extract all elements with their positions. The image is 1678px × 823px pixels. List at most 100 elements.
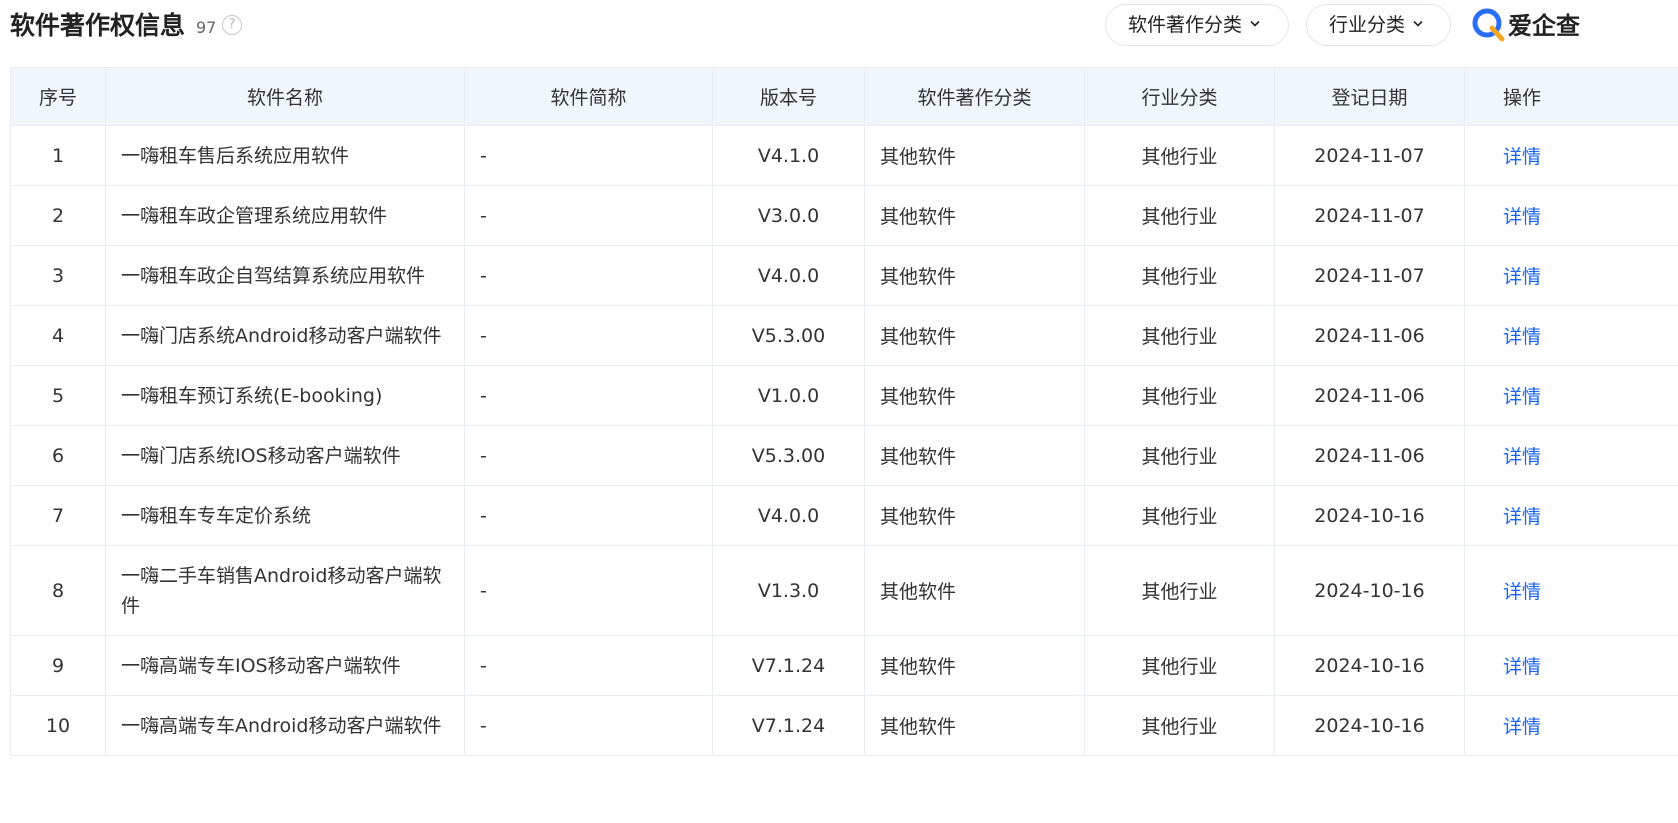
row-software-name-cell: 一嗨租车专车定价系统 xyxy=(105,485,465,546)
row-index-cell: 7 xyxy=(10,485,106,546)
column-header-abbr: 软件简称 xyxy=(464,67,713,126)
row-category-cell: 其他软件 xyxy=(864,185,1085,246)
row-date-cell: 2024-11-06 xyxy=(1274,365,1465,426)
help-icon[interactable]: ? xyxy=(222,15,242,35)
row-detail-link[interactable]: 详情 xyxy=(1465,442,1579,469)
row-detail-link[interactable]: 详情 xyxy=(1465,262,1579,289)
row-date-cell: 2024-11-07 xyxy=(1274,245,1465,306)
row-version-cell: V7.1.24 xyxy=(712,695,865,756)
row-date: 2024-11-07 xyxy=(1314,264,1425,287)
chevron-down-icon xyxy=(1413,20,1423,27)
industry-category-filter[interactable]: 行业分类 xyxy=(1306,4,1451,46)
row-detail-link[interactable]: 详情 xyxy=(1465,652,1579,679)
row-detail-link-cell: 详情 xyxy=(1464,485,1678,546)
row-date: 2024-11-06 xyxy=(1314,384,1425,407)
row-index: 8 xyxy=(51,579,65,602)
row-software-abbr: - xyxy=(480,504,487,527)
chevron-down-icon xyxy=(1250,20,1260,27)
row-index-cell: 1 xyxy=(10,125,106,186)
row-date-cell: 2024-11-06 xyxy=(1274,305,1465,366)
row-category: 其他软件 xyxy=(880,716,957,738)
row-industry: 其他行业 xyxy=(1141,656,1218,678)
row-date-cell: 2024-10-16 xyxy=(1274,485,1465,546)
row-detail-link-cell: 详情 xyxy=(1464,125,1678,186)
row-software-name: 一嗨租车政企管理系统应用软件 xyxy=(121,204,388,227)
row-detail-link-cell: 详情 xyxy=(1464,365,1678,426)
table-header-row: 序号 软件名称 软件简称 版本号 软件著作分类 行业分类 登记日期 操作 xyxy=(10,67,1678,126)
row-category: 其他软件 xyxy=(880,446,957,468)
software-category-filter[interactable]: 软件著作分类 xyxy=(1105,4,1289,46)
row-industry-cell: 其他行业 xyxy=(1084,305,1275,366)
row-software-name: 一嗨租车预订系统(E-booking) xyxy=(121,384,383,407)
row-category: 其他软件 xyxy=(880,266,957,288)
row-version-cell: V5.3.00 xyxy=(712,425,865,486)
row-software-abbr-cell: - xyxy=(464,305,713,366)
row-industry-cell: 其他行业 xyxy=(1084,245,1275,306)
column-header-version: 版本号 xyxy=(712,67,865,126)
row-software-abbr: - xyxy=(480,204,487,227)
row-version-cell: V7.1.24 xyxy=(712,635,865,696)
row-index-cell: 5 xyxy=(10,365,106,426)
table-row: 1 一嗨租车售后系统应用软件 - V4.1.0 其他软件 其他行业 2024-11-07 详情 xyxy=(10,125,1678,186)
column-header-date: 登记日期 xyxy=(1274,67,1465,126)
row-software-abbr-cell: - xyxy=(464,365,713,426)
row-detail-link[interactable]: 详情 xyxy=(1465,502,1579,529)
row-detail-link[interactable]: 详情 xyxy=(1465,577,1579,604)
row-software-abbr-cell: - xyxy=(464,635,713,696)
row-detail-link[interactable]: 详情 xyxy=(1465,322,1579,349)
column-header-category: 软件著作分类 xyxy=(864,67,1085,126)
software-category-filter-label: 软件著作分类 xyxy=(1128,14,1243,36)
row-category: 其他软件 xyxy=(880,206,957,228)
row-software-name-cell: 一嗨门店系统Android移动客户端软件 xyxy=(105,305,465,366)
row-version: V7.1.24 xyxy=(751,654,826,677)
row-detail-link-cell: 详情 xyxy=(1464,425,1678,486)
row-software-name-cell: 一嗨租车政企自驾结算系统应用软件 xyxy=(105,245,465,306)
row-industry: 其他行业 xyxy=(1141,581,1218,603)
row-index: 7 xyxy=(51,504,65,527)
row-industry-cell: 其他行业 xyxy=(1084,125,1275,186)
row-version: V4.0.0 xyxy=(757,504,820,527)
row-index-cell: 6 xyxy=(10,425,106,486)
row-software-name: 一嗨租车政企自驾结算系统应用软件 xyxy=(121,264,426,287)
row-industry: 其他行业 xyxy=(1141,506,1218,528)
row-date: 2024-10-16 xyxy=(1314,579,1425,602)
table-row: 2 一嗨租车政企管理系统应用软件 - V3.0.0 其他软件 其他行业 2024-11-07… xyxy=(10,185,1678,246)
row-industry: 其他行业 xyxy=(1141,716,1218,738)
row-detail-link[interactable]: 详情 xyxy=(1465,142,1579,169)
row-category-cell: 其他软件 xyxy=(864,695,1085,756)
page: 软件著作权信息 97 ? 软件著作分类 行业分类 爱企查 序号 软件名称 软件简… xyxy=(0,0,1678,823)
row-industry: 其他行业 xyxy=(1141,266,1218,288)
row-index-cell: 10 xyxy=(10,695,106,756)
row-date: 2024-10-16 xyxy=(1314,714,1425,737)
row-date-cell: 2024-10-16 xyxy=(1274,545,1465,636)
brand-text: 爱企查 xyxy=(1508,12,1580,40)
row-version-cell: V4.0.0 xyxy=(712,485,865,546)
row-index-cell: 2 xyxy=(10,185,106,246)
row-category-cell: 其他软件 xyxy=(864,635,1085,696)
row-software-name: 一嗨二手车销售Android移动客户端软件 xyxy=(121,564,442,617)
row-index-cell: 3 xyxy=(10,245,106,306)
row-category: 其他软件 xyxy=(880,146,957,168)
software-copyright-table: 序号 软件名称 软件简称 版本号 软件著作分类 行业分类 登记日期 操作 1 一嗨… xyxy=(10,67,1678,756)
row-industry: 其他行业 xyxy=(1141,146,1218,168)
table-row: 10 一嗨高端专车Android移动客户端软件 - V7.1.24 其他软件 其他行业 20… xyxy=(10,695,1678,756)
row-detail-link[interactable]: 详情 xyxy=(1465,382,1579,409)
row-software-abbr: - xyxy=(480,264,487,287)
row-version: V7.1.24 xyxy=(751,714,826,737)
row-detail-link[interactable]: 详情 xyxy=(1465,712,1579,739)
row-date-cell: 2024-11-07 xyxy=(1274,185,1465,246)
row-version-cell: V1.3.0 xyxy=(712,545,865,636)
row-industry: 其他行业 xyxy=(1141,206,1218,228)
row-detail-link-cell: 详情 xyxy=(1464,185,1678,246)
row-category: 其他软件 xyxy=(880,326,957,348)
row-detail-link[interactable]: 详情 xyxy=(1465,202,1579,229)
row-date: 2024-11-07 xyxy=(1314,144,1425,167)
table-row: 8 一嗨二手车销售Android移动客户端软件 - V1.3.0 其他软件 其他行业 202… xyxy=(10,545,1678,636)
row-industry-cell: 其他行业 xyxy=(1084,545,1275,636)
row-software-abbr-cell: - xyxy=(464,545,713,636)
row-industry-cell: 其他行业 xyxy=(1084,635,1275,696)
row-date: 2024-11-06 xyxy=(1314,444,1425,467)
row-version: V4.0.0 xyxy=(757,264,820,287)
row-software-name: 一嗨门店系统Android移动客户端软件 xyxy=(121,324,442,347)
row-software-abbr: - xyxy=(480,144,487,167)
